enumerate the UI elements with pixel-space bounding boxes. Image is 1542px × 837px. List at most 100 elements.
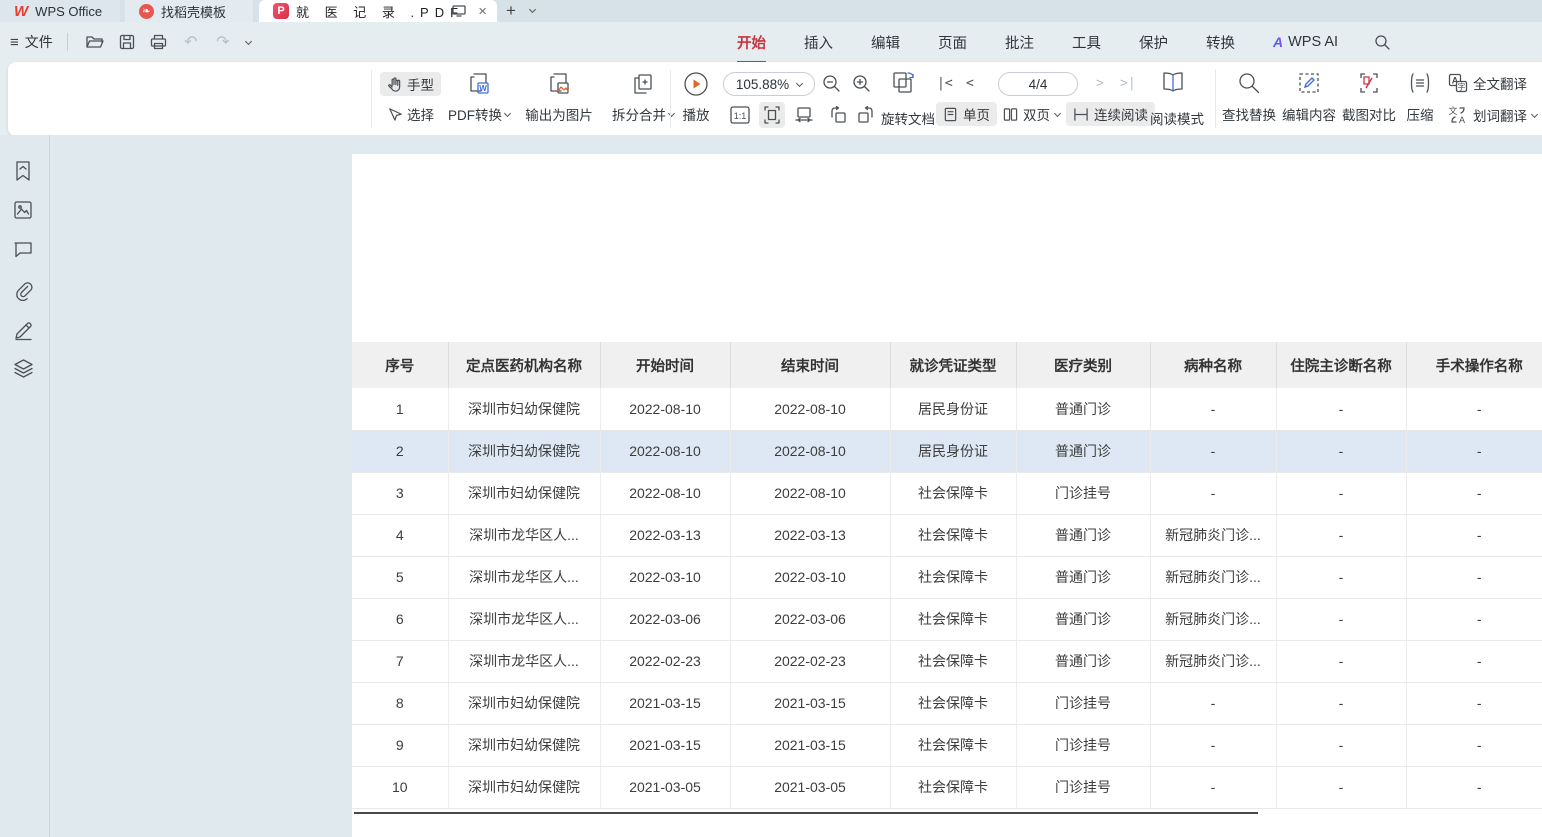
table-cell: 深圳市妇幼保健院	[448, 472, 600, 514]
select-tool-button[interactable]: 选择	[380, 102, 441, 126]
chevron-down-icon	[1531, 110, 1538, 117]
signature-panel-icon[interactable]	[13, 320, 35, 342]
close-tab-icon[interactable]: ×	[478, 3, 487, 20]
svg-text:文: 文	[1448, 105, 1457, 116]
actual-size-button[interactable]: 1:1	[729, 104, 751, 126]
table-cell: -	[1406, 766, 1542, 808]
svg-text:字: 字	[1458, 82, 1466, 92]
table-cell: -	[1406, 598, 1542, 640]
table-cell: 普通门诊	[1016, 640, 1150, 682]
attachment-panel-icon[interactable]	[13, 280, 35, 302]
table-header-cell: 结束时间	[730, 342, 890, 388]
fit-page-button[interactable]	[759, 102, 785, 128]
rotate-pages-icon[interactable]	[890, 70, 917, 96]
table-row: 9深圳市妇幼保健院2021-03-152021-03-15社会保障卡门诊挂号--…	[352, 724, 1542, 766]
edit-content-button[interactable]: 编辑内容	[1280, 68, 1338, 130]
redo-icon[interactable]: ↷	[210, 29, 236, 55]
menu-tab-insert[interactable]: 插入	[802, 28, 835, 57]
table-cell: 社会保障卡	[890, 514, 1016, 556]
read-mode-button[interactable]: 阅读模式	[1150, 108, 1204, 128]
monitor-icon[interactable]	[452, 5, 466, 17]
page-number-input[interactable]: 4/4	[998, 72, 1078, 96]
search-menu-icon[interactable]	[1374, 34, 1390, 50]
last-page-icon[interactable]: >|	[1120, 76, 1136, 91]
table-bottom-border	[354, 812, 1258, 814]
rotate-left-icon[interactable]	[825, 102, 851, 128]
chevron-down-icon	[504, 109, 511, 116]
quickbar-chevron-icon[interactable]	[245, 37, 252, 44]
hand-icon	[387, 77, 402, 92]
zoom-in-icon[interactable]	[852, 74, 871, 93]
fit-width-button[interactable]	[791, 102, 817, 128]
menu-tab-tools[interactable]: 工具	[1070, 28, 1103, 57]
table-cell: 普通门诊	[1016, 514, 1150, 556]
prev-page-icon[interactable]: <	[966, 76, 974, 91]
menu-tab-comment[interactable]: 批注	[1003, 28, 1036, 57]
print-icon[interactable]	[146, 29, 172, 55]
open-file-icon[interactable]	[82, 29, 108, 55]
export-image-button[interactable]: 输出为图片	[516, 68, 602, 130]
table-cell: -	[1406, 514, 1542, 556]
menu-tab-home[interactable]: 开始	[735, 28, 768, 57]
table-cell: 3	[352, 472, 448, 514]
document-area[interactable]: 序号定点医药机构名称开始时间结束时间就诊凭证类型医疗类别病种名称住院主诊断名称手…	[50, 135, 1542, 837]
continuous-read-button[interactable]: 连续阅读	[1066, 102, 1155, 126]
table-cell: 2022-03-13	[730, 514, 890, 556]
find-replace-button[interactable]: 查找替换	[1220, 68, 1278, 130]
table-cell: 2022-03-06	[730, 598, 890, 640]
full-translate-button[interactable]: A字 全文翻译	[1448, 73, 1527, 93]
table-cell: 2022-08-10	[600, 472, 730, 514]
tab-wps-office[interactable]: W WPS Office	[0, 0, 120, 22]
table-cell: -	[1276, 640, 1406, 682]
find-replace-icon	[1237, 71, 1261, 95]
toolbar-panel: 手型 选择 W PDF转换 输出为图片 拆分合并 播放 105.88% 1:1	[8, 62, 1542, 136]
rotate-doc-button[interactable]: 旋转文档	[881, 108, 935, 128]
pdf-convert-button[interactable]: W PDF转换	[436, 68, 522, 130]
tab-docer-template[interactable]: ❧ 找稻壳模板	[125, 0, 253, 22]
menu-bar: ≡ 文件 ↶ ↷ 开始 插入 编辑 页面 批注 工具 保护 转换 A WPS A…	[0, 22, 1542, 62]
table-cell: 2021-03-15	[600, 682, 730, 724]
comment-panel-icon[interactable]	[13, 240, 35, 262]
table-cell: 2022-03-13	[600, 514, 730, 556]
tab-list-chevron-icon[interactable]	[529, 6, 536, 13]
zoom-level-input[interactable]: 105.88%	[723, 72, 815, 96]
table-cell: 2021-03-15	[730, 682, 890, 724]
cursor-icon	[387, 107, 402, 122]
save-icon[interactable]	[114, 29, 140, 55]
menu-tab-convert[interactable]: 转换	[1204, 28, 1237, 57]
wps-logo-icon: W	[14, 3, 28, 20]
word-translate-button[interactable]: 文A 划词翻译	[1448, 105, 1537, 125]
menu-tab-page[interactable]: 页面	[936, 28, 969, 57]
zoom-out-icon[interactable]	[822, 74, 841, 93]
hand-tool-button[interactable]: 手型	[380, 72, 441, 96]
undo-icon[interactable]: ↶	[178, 29, 204, 55]
read-mode-icon[interactable]	[1160, 71, 1186, 95]
table-cell: 普通门诊	[1016, 388, 1150, 430]
bookmark-panel-icon[interactable]	[13, 160, 35, 182]
menu-tab-protect[interactable]: 保护	[1137, 28, 1170, 57]
thumbnail-panel-icon[interactable]	[13, 200, 35, 222]
compress-button[interactable]: 压缩	[1396, 68, 1444, 130]
pdf-page: 序号定点医药机构名称开始时间结束时间就诊凭证类型医疗类别病种名称住院主诊断名称手…	[352, 154, 1542, 837]
table-cell: 社会保障卡	[890, 682, 1016, 724]
menu-tab-edit[interactable]: 编辑	[869, 28, 902, 57]
divider	[1215, 70, 1216, 128]
table-cell: -	[1406, 556, 1542, 598]
divider	[371, 70, 372, 128]
table-row: 4深圳市龙华区人...2022-03-132022-03-13社会保障卡普通门诊…	[352, 514, 1542, 556]
new-tab-button[interactable]: +	[506, 0, 516, 22]
double-page-button[interactable]: 双页	[996, 102, 1067, 126]
divider	[67, 33, 68, 51]
next-page-icon[interactable]: >	[1096, 76, 1104, 91]
file-menu-button[interactable]: 文件	[25, 32, 53, 52]
screenshot-compare-button[interactable]: 截图对比	[1340, 68, 1398, 130]
first-page-icon[interactable]: |<	[937, 76, 953, 91]
single-page-icon	[943, 107, 958, 122]
rotate-right-icon[interactable]	[853, 102, 879, 128]
tab-document-pdf[interactable]: P 就 医 记 录 .PDF ×	[259, 0, 497, 22]
layers-panel-icon[interactable]	[13, 358, 35, 380]
menu-tab-wps-ai[interactable]: A WPS AI	[1271, 30, 1340, 54]
play-button[interactable]: 播放	[671, 68, 721, 130]
single-page-button[interactable]: 单页	[936, 102, 997, 126]
wps-ai-icon: A	[1273, 34, 1283, 50]
